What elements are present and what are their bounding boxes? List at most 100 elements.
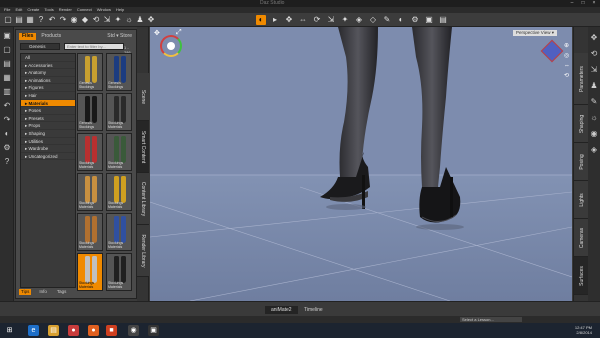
help-icon[interactable]: ? (2, 157, 12, 167)
open-icon[interactable]: ▤ (2, 59, 12, 69)
minimize-icon[interactable]: – (568, 0, 576, 6)
translate-icon[interactable]: ⇔ (298, 15, 308, 25)
category-anatomy[interactable]: ▸ Anatomy (21, 69, 75, 77)
redo-icon[interactable]: ↷ (58, 15, 68, 25)
tab-products[interactable]: Products (38, 33, 64, 40)
folder-icon[interactable]: ▤ (48, 325, 59, 336)
category-shaping[interactable]: ▸ Shaping (21, 130, 75, 138)
joint-icon[interactable]: ✦ (113, 15, 123, 25)
category-hair[interactable]: ▸ Hair (21, 92, 75, 100)
app-icon[interactable]: ▣ (148, 325, 159, 336)
search-input[interactable] (64, 43, 124, 50)
settings-icon[interactable]: ⚙ (2, 143, 12, 153)
thumbnail-item[interactable]: Stockings Materials (77, 253, 103, 291)
light-icon[interactable]: ☼ (589, 113, 599, 123)
chrome-icon[interactable]: ● (68, 325, 79, 336)
thumbnail-item[interactable]: Genesis Stockings (77, 53, 103, 91)
brush-icon[interactable]: ✎ (382, 15, 392, 25)
move-icon[interactable]: ✥ (146, 15, 156, 25)
scale-icon[interactable]: ⇲ (102, 15, 112, 25)
rotate-icon[interactable]: ⟲ (589, 49, 599, 59)
joint2-icon[interactable]: ✦ (340, 15, 350, 25)
help-icon[interactable]: ? (36, 15, 46, 25)
vtab-render-library[interactable]: Render Library (137, 225, 149, 277)
office-icon[interactable]: ■ (106, 325, 117, 336)
open-icon[interactable]: ▤ (14, 15, 24, 25)
vtab-scene[interactable]: Scene (137, 73, 149, 121)
firefox-icon[interactable]: ● (88, 325, 99, 336)
undo-icon[interactable]: ↶ (2, 101, 12, 111)
move-icon[interactable]: ✥ (589, 33, 599, 43)
thumbnail-item[interactable]: Stockings Materials (106, 93, 132, 131)
thumbnail-item[interactable]: Stockings Materials (106, 213, 132, 251)
thumbnail-item[interactable]: Stockings Materials (77, 213, 103, 251)
category-dropdown[interactable]: Genesis (20, 43, 60, 50)
view-selector[interactable]: Perspective View ▾ (513, 30, 557, 36)
category-wardrobe[interactable]: ▸ Wardrobe (21, 145, 75, 153)
category-accessories[interactable]: ▸ Accessories (21, 62, 75, 70)
vtab-shaping[interactable]: Shaping (574, 105, 589, 143)
thumbnail-item[interactable]: Stockings Materials (106, 253, 132, 291)
tab-timeline[interactable]: Timeline (304, 306, 323, 314)
scale2-icon[interactable]: ⇲ (326, 15, 336, 25)
vtab-posing[interactable]: Posing (574, 143, 589, 181)
surface-icon[interactable]: ◈ (354, 15, 364, 25)
camera-icon[interactable]: ◉ (69, 15, 79, 25)
rotate-icon[interactable]: ⟲ (91, 15, 101, 25)
close-icon[interactable]: × (590, 0, 598, 6)
category-utilities[interactable]: ▸ Utilities (21, 138, 75, 146)
view-controls-icon[interactable]: ✥ (154, 29, 160, 37)
tab-animate2[interactable]: aniMate2 (265, 306, 298, 314)
tab-info[interactable]: Info (37, 289, 49, 295)
render-library-icon[interactable]: ▣ (424, 15, 434, 25)
thumbnail-item[interactable]: Stockings Materials (77, 173, 103, 211)
category-all[interactable]: All (21, 54, 75, 62)
undo-icon[interactable]: ↶ (47, 15, 57, 25)
node-icon[interactable]: ◆ (80, 15, 90, 25)
layout-icon[interactable]: ▣ (2, 31, 12, 41)
redo-icon[interactable]: ↷ (2, 115, 12, 125)
maximize-icon[interactable]: □ (579, 0, 587, 6)
vtab-surfaces[interactable]: Surfaces (574, 257, 589, 295)
thumbnail-item[interactable]: Stockings Materials (106, 173, 132, 211)
system-clock[interactable]: 12:47 PM 2/8/2014 (575, 325, 592, 335)
orbit-gizmo-icon[interactable] (160, 35, 182, 57)
3d-viewport[interactable]: ✥ ⤢ Perspective View ▾ ⊕ ◎ ⇔ ⟲ (150, 27, 572, 301)
layout-icon[interactable]: ▤ (438, 15, 448, 25)
render2-icon[interactable]: ◐ (396, 15, 406, 25)
thumbnail-item[interactable]: Genesis Stockings (106, 53, 132, 91)
thumbnail-item[interactable]: Stockings Materials (106, 133, 132, 171)
pose-icon[interactable]: ♟ (589, 81, 599, 91)
tab-files[interactable]: Files (19, 33, 37, 40)
start-icon[interactable]: ⊞ (4, 325, 15, 336)
lesson-selector[interactable]: Select a Lesson... (460, 317, 522, 322)
render-icon[interactable]: ◐ (256, 15, 266, 25)
tab-tags[interactable]: Tags (55, 289, 69, 295)
ie-icon[interactable]: e (28, 325, 39, 336)
vtab-smart-content[interactable]: Smart Content (137, 121, 149, 173)
category-poses[interactable]: ▸ Poses (21, 107, 75, 115)
pose-icon[interactable]: ♟ (135, 15, 145, 25)
vtab-parameters[interactable]: Parameters (574, 53, 589, 105)
vtab-content-library[interactable]: Content Library (137, 173, 149, 225)
render-icon[interactable]: ◐ (2, 129, 12, 139)
camera-icon[interactable]: ◉ (589, 129, 599, 139)
new-icon[interactable]: ▢ (3, 15, 13, 25)
vtab-lights[interactable]: Lights (574, 181, 589, 219)
vtab-cameras[interactable]: Cameras (574, 219, 589, 257)
category-presets[interactable]: ▸ Presets (21, 115, 75, 123)
category-animations[interactable]: ▸ Animations (21, 77, 75, 85)
rotate2-icon[interactable]: ⟳ (312, 15, 322, 25)
viewport-nav-icons[interactable]: ⊕ ◎ ⇔ ⟲ (564, 41, 570, 81)
geometry-icon[interactable]: ◇ (368, 15, 378, 25)
brush-icon[interactable]: ✎ (589, 97, 599, 107)
pane-menu[interactable]: Std ▾ Store (107, 33, 132, 39)
new-icon[interactable]: ▢ (2, 45, 12, 55)
category-figures[interactable]: ▸ Figures (21, 84, 75, 92)
merge-icon[interactable]: ▥ (2, 87, 12, 97)
save-icon[interactable]: ▦ (25, 15, 35, 25)
pan-icon[interactable]: ⤢ (176, 29, 182, 37)
category-props[interactable]: ▸ Props (21, 122, 75, 130)
universal-icon[interactable]: ✥ (284, 15, 294, 25)
category-materials[interactable]: ▸ Materials (21, 99, 75, 108)
